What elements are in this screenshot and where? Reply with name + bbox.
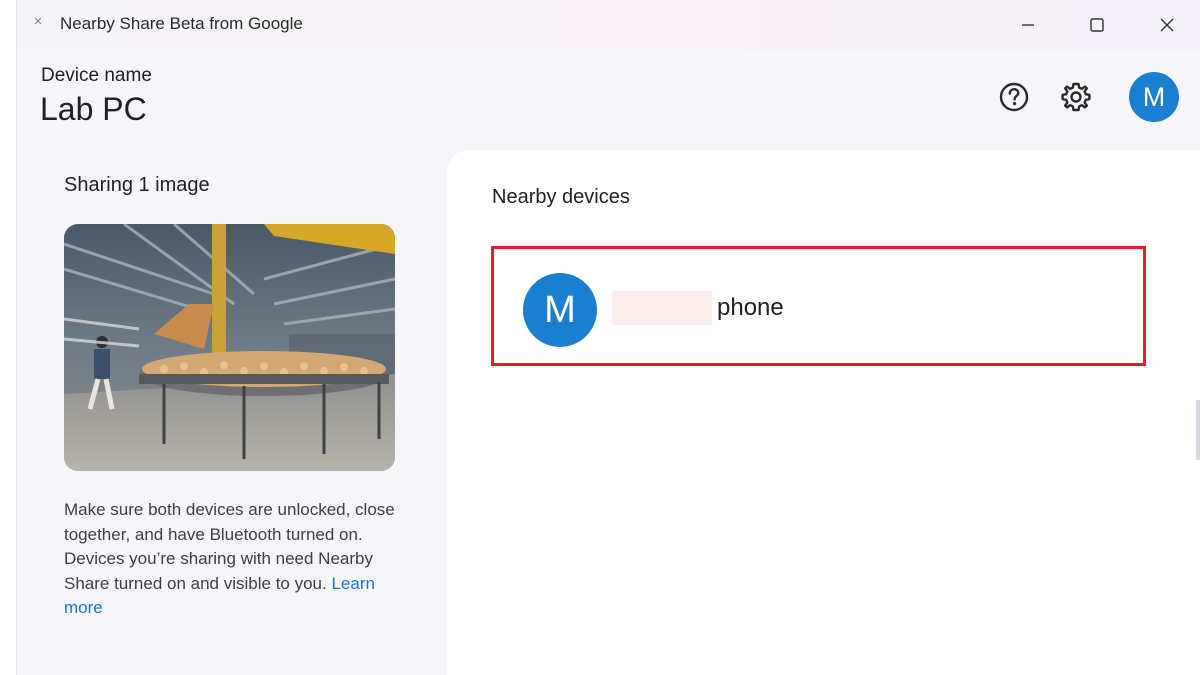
nearby-devices-title: Nearby devices [492,186,630,208]
device-name-label: Device name [41,65,152,86]
gear-icon [1061,82,1091,112]
device-name-value: Lab PC [40,91,147,127]
sharing-title: Sharing 1 image [64,174,210,196]
close-icon [1160,18,1174,32]
maximize-icon [1090,18,1104,32]
nearby-share-window: ✕ Nearby Share Beta from Google Device n… [16,0,1200,675]
sharing-help-text: Make sure both devices are unlocked, clo… [64,498,404,621]
shared-image-preview [64,224,395,471]
help-icon [999,82,1029,112]
help-button[interactable] [997,80,1031,114]
device-name: phone [717,294,784,321]
sharing-panel: Sharing 1 image Make sure both devices a… [17,150,447,675]
window-title: Nearby Share Beta from Google [60,14,303,33]
redacted-name [612,291,712,325]
device-card-phone[interactable]: M phone [491,246,1146,366]
minimize-icon [1022,24,1034,26]
device-avatar: M [523,273,597,347]
account-avatar[interactable]: M [1129,72,1179,122]
nearby-share-icon: ✕ [33,16,43,28]
close-button[interactable] [1144,6,1190,44]
maximize-button[interactable] [1074,6,1120,44]
minimize-button[interactable] [1005,6,1051,44]
scrollbar[interactable] [1196,400,1200,460]
nearby-devices-panel: Nearby devices M phone [447,150,1200,675]
settings-button[interactable] [1059,80,1093,114]
title-bar: ✕ Nearby Share Beta from Google [17,0,1200,50]
